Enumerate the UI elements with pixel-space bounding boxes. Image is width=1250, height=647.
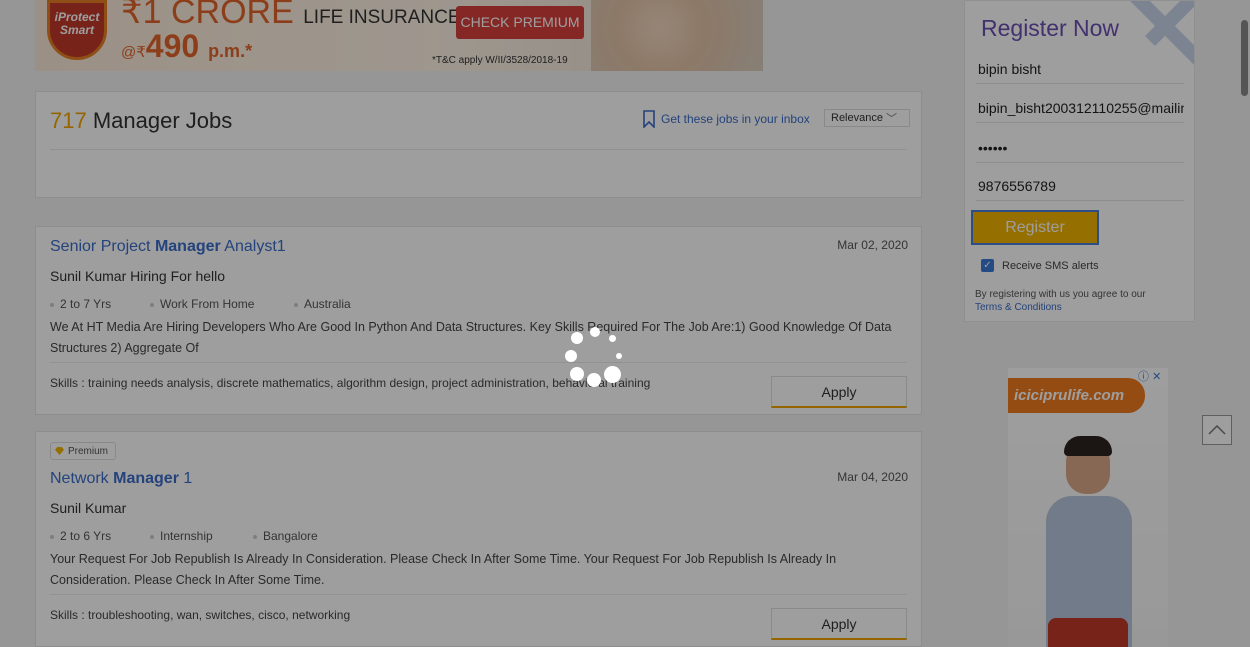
spinner-dot bbox=[616, 353, 622, 359]
spinner-dot bbox=[570, 367, 584, 381]
spinner-dot bbox=[587, 373, 601, 387]
spinner-dot bbox=[565, 350, 577, 362]
loading-overlay bbox=[0, 0, 1250, 647]
spinner-dot bbox=[609, 335, 616, 342]
spinner-dot bbox=[604, 366, 621, 383]
spinner-dot bbox=[590, 327, 600, 337]
spinner-dot bbox=[571, 332, 583, 344]
loading-spinner-icon bbox=[560, 322, 630, 392]
